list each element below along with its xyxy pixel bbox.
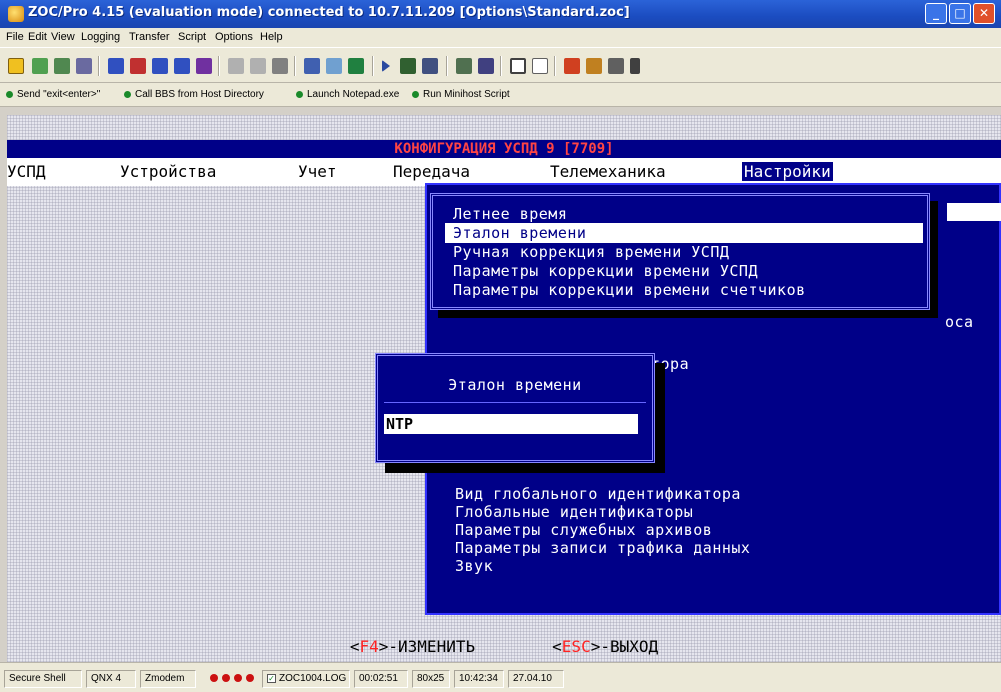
send-file-icon[interactable] (152, 58, 168, 74)
submenu-uspd-time-correction[interactable]: Параметры коррекции времени УСПД (445, 261, 923, 281)
upload-icon[interactable] (108, 58, 124, 74)
quick-call-bbs[interactable]: Call BBS from Host Directory (124, 89, 264, 100)
dialog-title: Эталон времени (448, 376, 582, 394)
edit-label: >-ИЗМЕНИТЬ (378, 637, 476, 656)
settings-submenu: Летнее время Эталон времени Ручная корре… (430, 193, 930, 310)
panel-fragment-osa: оса (945, 313, 974, 331)
monitor-icon[interactable] (478, 58, 494, 74)
title-bar[interactable]: ZOC/Pro 4.15 (evaluation mode) connected… (0, 0, 1001, 28)
status-emulation[interactable]: QNX 4 (86, 670, 136, 688)
time-reference-dialog: Эталон времени NTP (375, 353, 655, 463)
window-icon[interactable] (510, 58, 526, 74)
menu-bar: File Edit View Logging Transfer Script O… (0, 28, 1001, 47)
term-menu-telemechanics[interactable]: Телемеханика (550, 162, 666, 181)
exit-label: >-ВЫХОД (590, 637, 659, 656)
status-size: 80x25 (412, 670, 450, 688)
print-icon[interactable] (272, 58, 288, 74)
panel-item-traffic-recording[interactable]: Параметры записи трафика данных (455, 539, 750, 557)
bullet-icon (6, 90, 13, 98)
led-icon (222, 674, 230, 682)
menu-view[interactable]: View (51, 31, 75, 43)
host-directory-icon[interactable] (54, 58, 70, 74)
status-session[interactable]: Secure Shell (4, 670, 82, 688)
term-menu-devices[interactable]: Устройства (120, 162, 216, 181)
fullscreen-icon[interactable] (532, 58, 548, 74)
submenu-time-reference[interactable]: Эталон времени (445, 223, 923, 243)
menu-options[interactable]: Options (215, 31, 253, 43)
chat-icon[interactable] (456, 58, 472, 74)
f4-key[interactable]: F4 (360, 637, 379, 656)
hotkeys-icon[interactable] (586, 58, 602, 74)
script-icon[interactable] (196, 58, 212, 74)
toolbar (0, 47, 1001, 83)
receive-file-icon[interactable] (174, 58, 190, 74)
disconnect-icon[interactable] (76, 58, 92, 74)
paste-icon[interactable] (250, 58, 266, 74)
panel-item-global-id-type[interactable]: Вид глобального идентификатора (455, 485, 741, 503)
refresh-icon[interactable] (348, 58, 364, 74)
transfer-options-icon[interactable] (326, 58, 342, 74)
split-icon[interactable] (630, 58, 640, 74)
led-icon (234, 674, 242, 682)
terminal-screen[interactable]: КОНФИГУРАЦИЯ УСПД 9 [7709] УСПД Устройст… (7, 115, 1001, 662)
new-session-icon[interactable] (8, 58, 24, 74)
submenu-manual-time-correction[interactable]: Ручная коррекция времени УСПД (445, 242, 923, 262)
app-icon[interactable] (8, 6, 24, 22)
esc-key[interactable]: ESC (562, 637, 591, 656)
panel-item-service-archives[interactable]: Параметры служебных архивов (455, 521, 712, 539)
quick-run-minihost[interactable]: Run Minihost Script (412, 89, 510, 100)
panel-fragment-tora: тора (651, 355, 690, 373)
menu-edit[interactable]: Edit (28, 31, 47, 43)
play-icon[interactable] (382, 60, 392, 72)
keyboard-icon[interactable] (400, 58, 416, 74)
led-icon (246, 674, 254, 682)
term-menu-uspd[interactable]: УСПД (7, 162, 46, 181)
term-menu-accounting[interactable]: Учет (298, 162, 337, 181)
function-key-bar: <F4>-ИЗМЕНИТЬ <ESC>-ВЫХОД (349, 637, 659, 656)
session-options-icon[interactable] (304, 58, 320, 74)
quick-launch-notepad[interactable]: Launch Notepad.exe (296, 89, 399, 100)
status-online-time: 00:02:51 (354, 670, 408, 688)
submenu-daylight-saving[interactable]: Летнее время (445, 204, 923, 224)
tools-icon[interactable] (422, 58, 438, 74)
status-transfer[interactable]: Zmodem (140, 670, 196, 688)
panel-item-sound[interactable]: Звук (455, 557, 493, 575)
checkbox-icon[interactable]: ✓ (267, 673, 276, 683)
menu-logging[interactable]: Logging (81, 31, 120, 43)
bullet-icon (296, 90, 303, 98)
menu-transfer[interactable]: Transfer (129, 31, 170, 43)
minimize-button[interactable]: _ (925, 3, 947, 24)
status-bar: Secure Shell QNX 4 Zmodem ✓ ZOC1004.LOG 0… (0, 662, 1001, 692)
bullet-icon (412, 90, 419, 98)
dialog-divider (384, 402, 646, 403)
copy-icon[interactable] (228, 58, 244, 74)
terminal-menu-bar: УСПД Устройства Учет Передача Телемехани… (7, 158, 1001, 186)
panel-item-global-ids[interactable]: Глобальные идентификаторы (455, 503, 693, 521)
menu-script[interactable]: Script (178, 31, 206, 43)
maximize-button[interactable]: □ (949, 3, 971, 24)
grid-icon[interactable] (608, 58, 624, 74)
window-title: ZOC/Pro 4.15 (evaluation mode) connected… (28, 5, 630, 20)
term-menu-transfer[interactable]: Передача (393, 162, 470, 181)
clear-screen-icon[interactable] (564, 58, 580, 74)
status-logfile[interactable]: ✓ ZOC1004.LOG (262, 670, 350, 688)
menu-help[interactable]: Help (260, 31, 283, 43)
submenu-meter-time-correction[interactable]: Параметры коррекции времени счетчиков (445, 280, 923, 300)
status-clock: 10:42:34 (454, 670, 504, 688)
term-menu-settings[interactable]: Настройки (742, 162, 833, 181)
time-reference-input[interactable]: NTP (384, 414, 638, 434)
application-window: ZOC/Pro 4.15 (evaluation mode) connected… (0, 0, 1001, 692)
quick-send-exit[interactable]: Send "exit<enter>" (6, 89, 100, 100)
bullet-icon (124, 90, 131, 98)
menu-file[interactable]: File (6, 31, 24, 43)
quick-connect-icon[interactable] (32, 58, 48, 74)
close-button[interactable]: ✕ (973, 3, 995, 24)
panel-input-stub (947, 203, 1001, 221)
status-date: 27.04.10 (508, 670, 564, 688)
config-header: КОНФИГУРАЦИЯ УСПД 9 [7709] (7, 140, 1001, 158)
download-icon[interactable] (130, 58, 146, 74)
led-icon (210, 674, 218, 682)
quick-launch-bar: Send "exit<enter>" Call BBS from Host Di… (0, 83, 1001, 107)
